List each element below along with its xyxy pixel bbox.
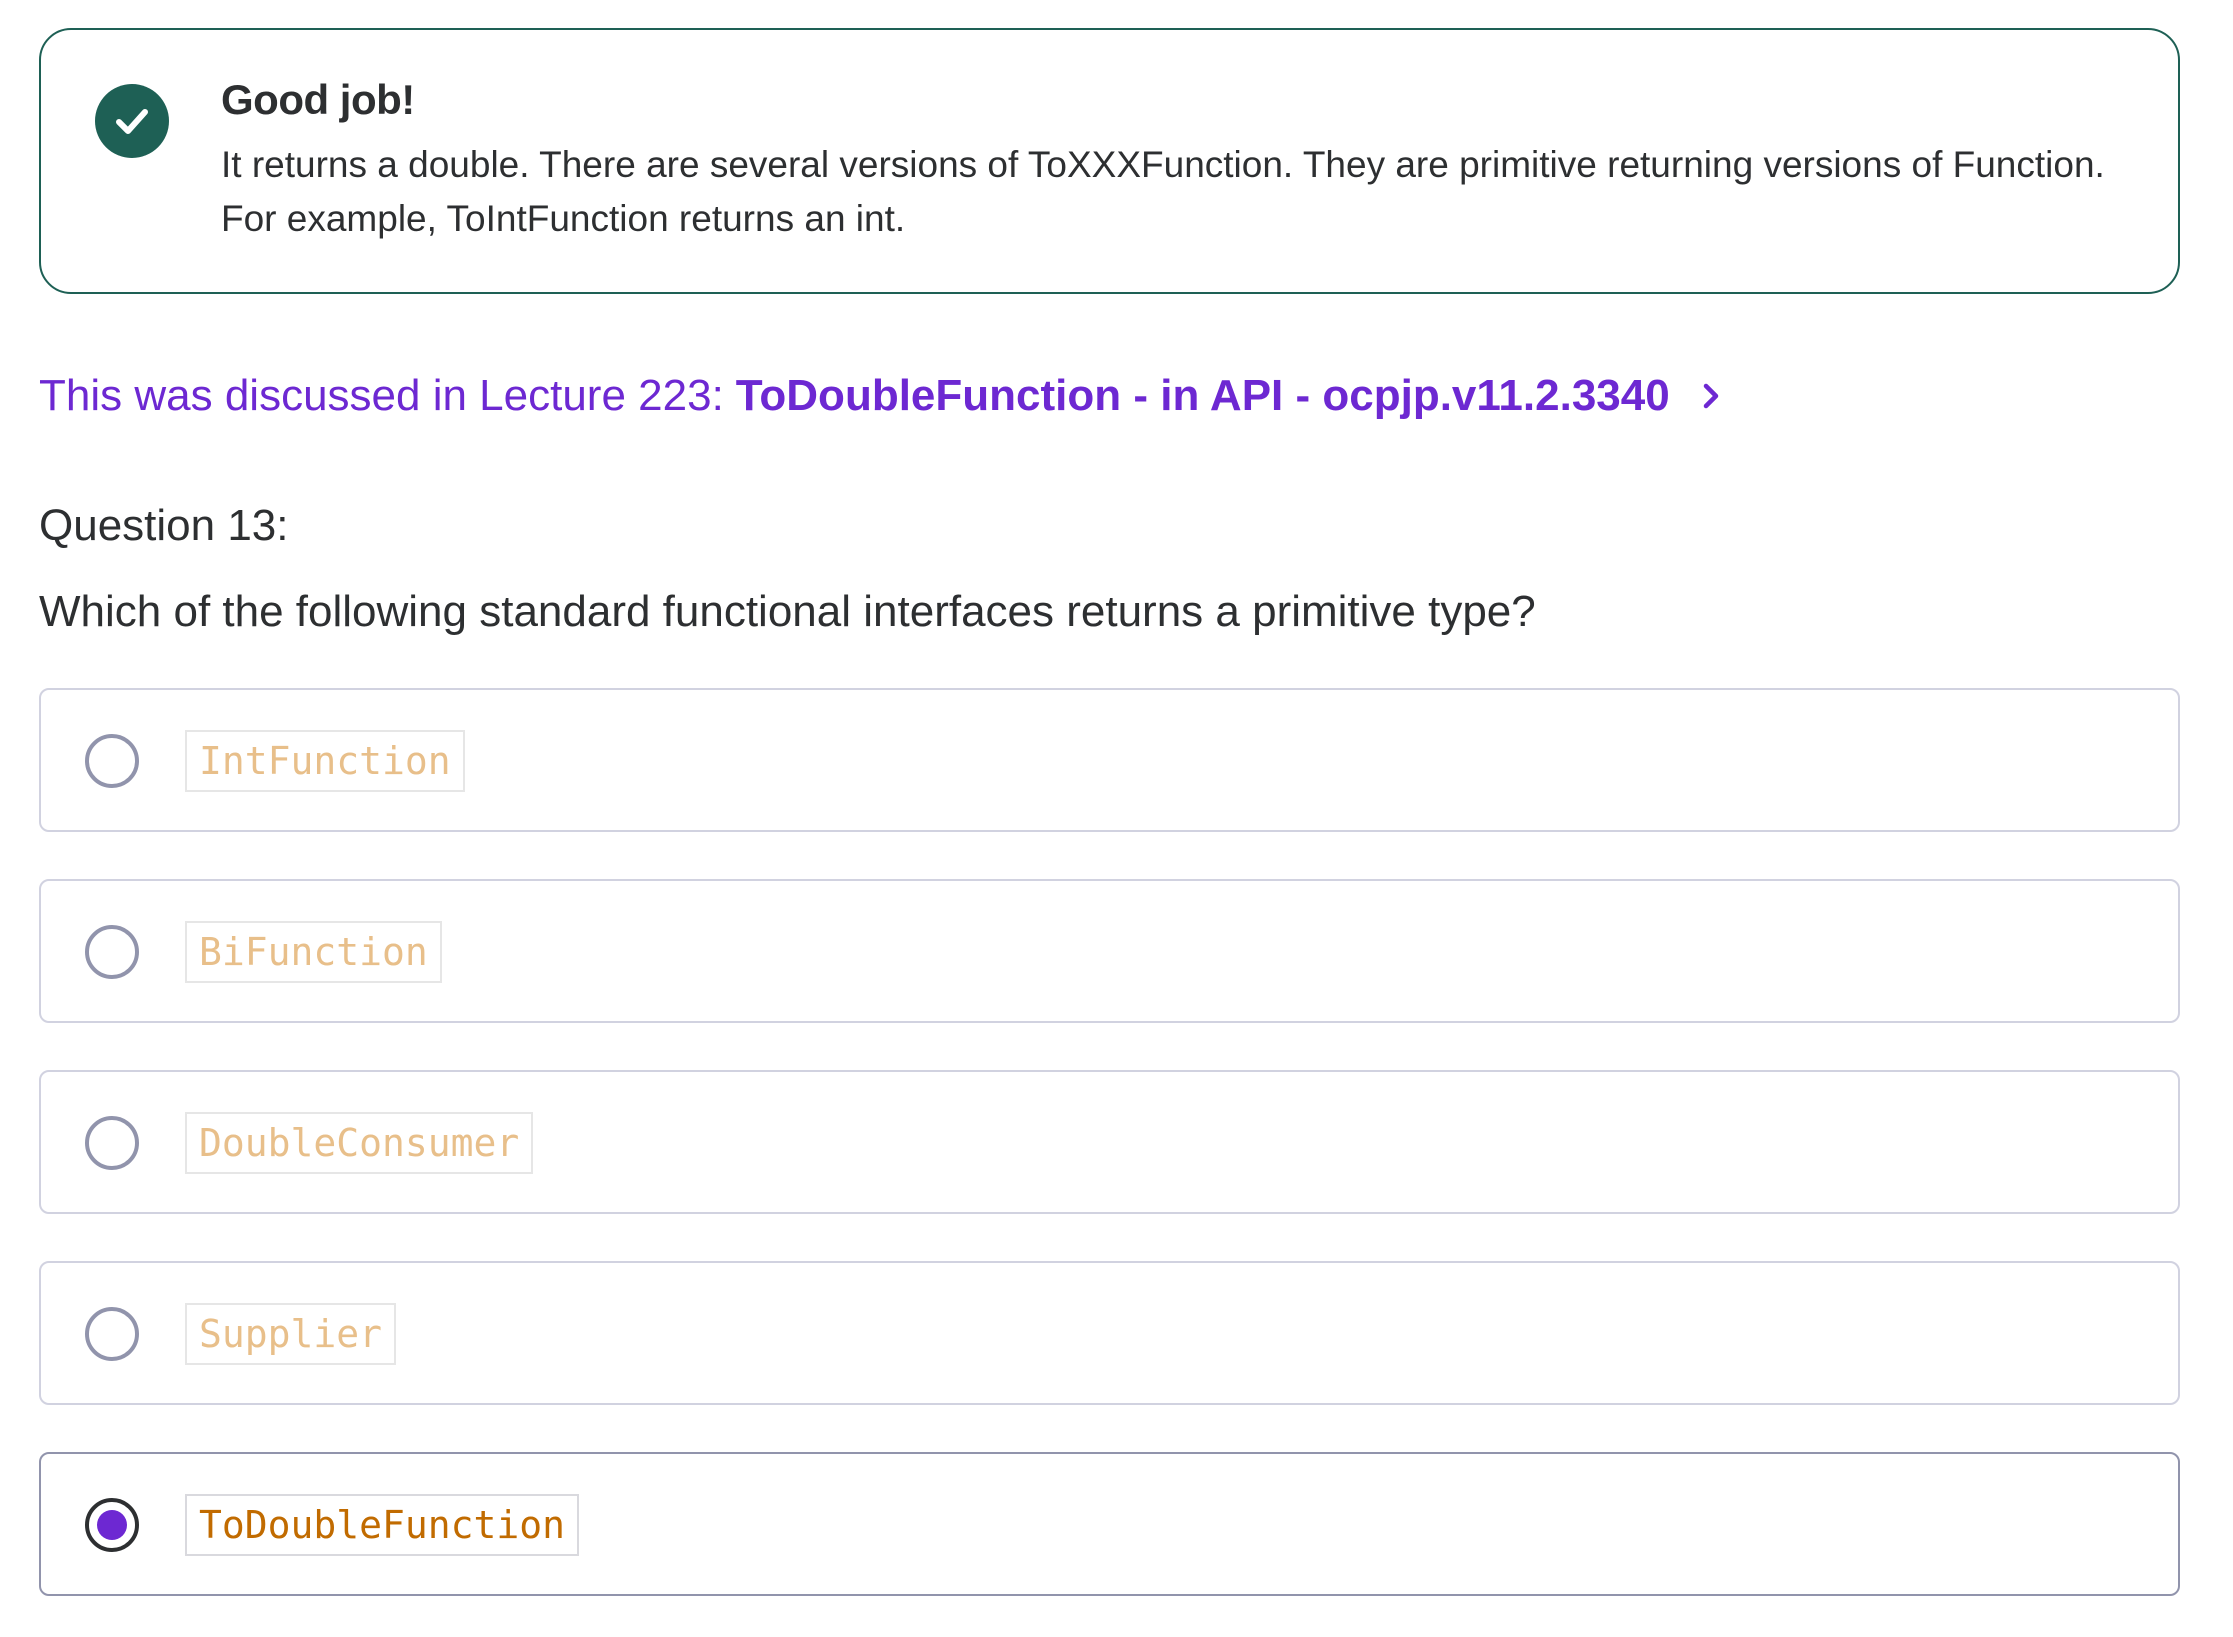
radio-button[interactable] [85,734,139,788]
radio-selected-dot [97,1510,127,1540]
lecture-link-title[interactable]: ToDoubleFunction - in API - ocpjp.v11.2.… [736,364,1670,428]
feedback-title: Good job! [221,76,415,123]
answer-option-label: IntFunction [185,730,465,792]
question-text: Which of the following standard function… [39,587,1536,636]
answer-option[interactable]: IntFunction [39,688,2180,832]
feedback-alert: Good job! It returns a double. There are… [39,28,2180,294]
radio-button[interactable] [85,1307,139,1361]
radio-button[interactable] [85,1116,139,1170]
answer-option-label: DoubleConsumer [185,1112,534,1174]
answer-option[interactable]: BiFunction [39,879,2180,1023]
answer-option-selected[interactable]: ToDoubleFunction [39,1452,2180,1596]
answer-option-label: BiFunction [185,921,442,983]
question-number: Question 13: [39,501,289,550]
radio-button-selected[interactable] [85,1498,139,1552]
answer-option-label: ToDoubleFunction [185,1494,580,1556]
lecture-link-prefix: This was discussed in Lecture 223: [39,371,724,420]
answer-option-label: Supplier [185,1303,397,1365]
radio-button[interactable] [85,925,139,979]
check-circle-icon [95,84,169,158]
lecture-link[interactable]: This was discussed in Lecture 223: ToDou… [39,364,1724,428]
answer-option[interactable]: Supplier [39,1261,2180,1405]
answer-option[interactable]: DoubleConsumer [39,1070,2180,1214]
feedback-body: It returns a double. There are several v… [221,144,2105,239]
chevron-right-icon[interactable] [1700,379,1724,413]
